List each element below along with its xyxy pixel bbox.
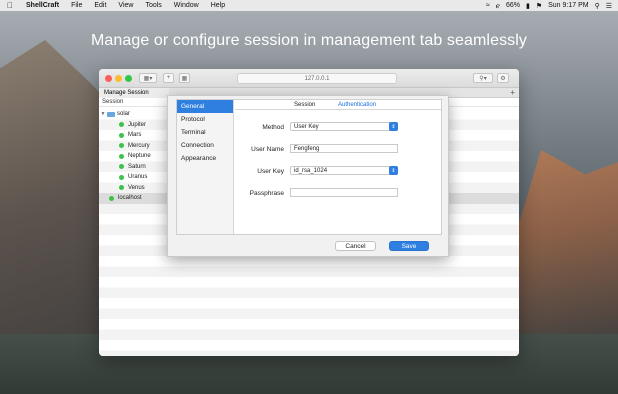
host-label: Jupiter — [128, 121, 147, 128]
new-tab-icon[interactable]: + — [163, 73, 174, 83]
host-label: Mars — [128, 132, 142, 139]
menu-view[interactable]: View — [112, 2, 139, 9]
status-dot-icon — [119, 143, 124, 149]
status-dot-icon — [119, 122, 124, 128]
address-field[interactable]: 127.0.0.1 — [237, 73, 397, 84]
userkey-label: User Key — [257, 168, 284, 175]
menu-window[interactable]: Window — [168, 2, 205, 9]
menu-file[interactable]: File — [65, 2, 88, 9]
clock[interactable]: Sun 9:17 PM — [548, 2, 588, 9]
settings-tabs: Session Authentication — [235, 100, 441, 110]
tab-authentication[interactable]: Authentication — [338, 100, 376, 110]
userkey-select[interactable]: id_rsa_1024 ⇕ — [290, 166, 398, 175]
grid-icon[interactable]: ▦ — [179, 73, 190, 83]
method-label: Method — [262, 124, 284, 131]
sidebar-toggle-icon[interactable]: ▦▾ — [139, 73, 157, 83]
status-dot-icon — [119, 132, 124, 138]
sidebar-item-connection[interactable]: Connection — [177, 139, 233, 152]
session-settings-dialog: General Protocol Terminal Connection App… — [167, 95, 449, 257]
tab-session[interactable]: Session — [294, 100, 315, 110]
menu-edit[interactable]: Edit — [88, 2, 112, 9]
notification-icon[interactable]: ☰ — [606, 2, 612, 10]
host-label: Saturn — [128, 163, 146, 170]
battery-percent[interactable]: 66% — [506, 2, 520, 9]
promo-headline: Manage or configure session in managemen… — [90, 32, 528, 49]
chevron-updown-icon[interactable]: ⇕ — [389, 122, 398, 131]
flag-icon[interactable]: ⚑ — [536, 2, 542, 10]
dialog-content: General Protocol Terminal Connection App… — [176, 99, 442, 235]
menu-app-name[interactable]: ShellCraft — [20, 2, 65, 9]
tools-icon[interactable]: ⚲▾ — [473, 73, 493, 83]
sidebar-item-protocol[interactable]: Protocol — [177, 113, 233, 126]
wifi-icon[interactable]: ≈ — [486, 2, 490, 9]
search-icon[interactable]: ⚲ — [595, 2, 600, 10]
host-label: Mercury — [128, 142, 150, 149]
host-label: Neptune — [128, 153, 151, 160]
menu-help[interactable]: Help — [205, 2, 231, 9]
host-label: localhost — [118, 195, 142, 202]
sidebar-item-appearance[interactable]: Appearance — [177, 152, 233, 165]
folder-icon — [107, 111, 115, 117]
add-tab-button[interactable]: + — [510, 88, 515, 98]
group-label: solar — [117, 111, 131, 118]
status-dot-icon — [119, 153, 124, 159]
chevron-updown-icon[interactable]: ⇕ — [389, 166, 398, 175]
passphrase-label: Passphrase — [249, 190, 284, 197]
title-bar: ▦▾ + ▦ 127.0.0.1 ⚲▾ ⚙ — [99, 69, 519, 88]
menu-tools[interactable]: Tools — [139, 2, 167, 9]
host-label: Venus — [128, 184, 145, 191]
close-button[interactable] — [105, 75, 112, 82]
tab-manage-session[interactable]: Manage Session — [99, 88, 169, 98]
menu-status-area: ≈ ℯ 66% ▮ ⚑ Sun 9:17 PM ⚲ ☰ — [486, 2, 618, 10]
status-dot-icon — [109, 195, 114, 201]
battery-icon[interactable]: ▮ — [526, 2, 530, 10]
menu-bar:  ShellCraft File Edit View Tools Window… — [0, 0, 618, 11]
sidebar-item-terminal[interactable]: Terminal — [177, 126, 233, 139]
method-value: User Key — [294, 123, 319, 130]
userkey-value: id_rsa_1024 — [294, 167, 328, 174]
sidebar-item-general[interactable]: General — [177, 100, 233, 113]
host-label: Uranus — [128, 174, 148, 181]
settings-sidebar: General Protocol Terminal Connection App… — [177, 100, 234, 234]
apple-icon[interactable]:  — [0, 1, 20, 10]
status-dot-icon — [119, 174, 124, 180]
username-field[interactable]: Fengfeng — [290, 144, 398, 153]
status-dot-icon — [119, 185, 124, 191]
save-button[interactable]: Save — [389, 241, 429, 251]
disclosure-triangle-icon[interactable]: ▼ — [99, 111, 107, 117]
gear-icon[interactable]: ⚙ — [497, 73, 509, 83]
username-label: User Name — [251, 146, 284, 153]
zoom-button[interactable] — [125, 75, 132, 82]
passphrase-field[interactable] — [290, 188, 398, 197]
status-dot-icon — [119, 164, 124, 170]
method-select[interactable]: User Key ⇕ — [290, 122, 398, 131]
minimize-button[interactable] — [115, 75, 122, 82]
cancel-button[interactable]: Cancel — [335, 241, 376, 251]
bluetooth-icon[interactable]: ℯ — [496, 2, 500, 10]
